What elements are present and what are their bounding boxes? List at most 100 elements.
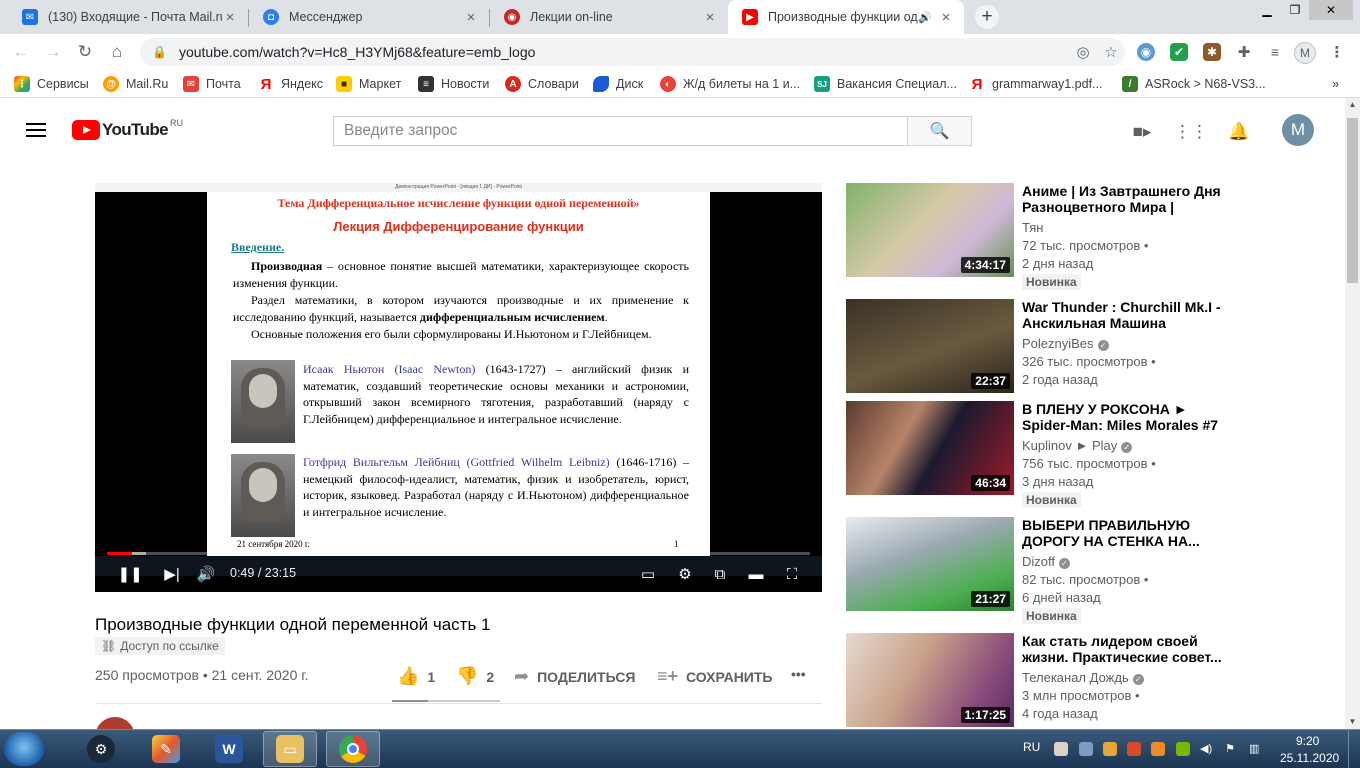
save-button[interactable]: ≡+ СОХРАНИТЬ [657,666,772,687]
recommendation-item[interactable]: 21:27 ВЫБЕРИ ПРАВИЛЬНУЮ ДОРОГУ НА СТЕНКА… [846,517,1326,624]
input-language[interactable]: RU [1023,740,1040,754]
new-tab-button[interactable]: + [975,5,999,29]
minimize-button[interactable]: ▁ [1253,0,1281,20]
tab-youtube-active[interactable]: ▶ Производные функции одн 🔊 × [728,0,964,34]
back-arrow-icon[interactable]: ← [9,40,33,64]
bookmark-services[interactable]: ⋮ Сервисы [14,75,89,93]
bookmark-pochta[interactable]: ✉ Почта [183,75,241,93]
pause-icon[interactable]: ❚❚ [117,565,142,583]
dislike-button[interactable]: 👎 2 [456,666,494,687]
video-thumbnail[interactable]: 21:27 [846,517,1014,611]
notifications-bell-icon[interactable]: 🔔 [1228,122,1250,142]
recommendation-title[interactable]: ВЫБЕРИ ПРАВИЛЬНУЮ ДОРОГУ НА СТЕНКА НА... [1022,517,1222,549]
more-actions-button[interactable]: ••• [791,666,806,682]
menu-dots-icon[interactable]: ⋮ [1328,43,1346,61]
video-thumbnail[interactable]: 4:34:17 [846,183,1014,277]
taskbar-explorer[interactable]: ▭ [263,731,317,767]
address-bar[interactable]: 🔒 youtube.com/watch?v=Hc8_H3YMj68&featur… [140,38,1125,66]
fullscreen-icon[interactable]: ⛶ [780,565,804,583]
volume-icon[interactable]: 🔊 [195,565,217,583]
bookmark-market[interactable]: ■ Маркет [336,75,401,93]
network-icon[interactable]: ▥ [1249,742,1263,756]
video-thumbnail[interactable]: 1:17:25 [846,633,1014,727]
scrollbar-thumb[interactable] [1347,118,1358,283]
clock-date[interactable]: 25.11.2020 [1280,751,1339,765]
speaker-icon[interactable]: ◀) [1200,742,1214,756]
tray-app-icon[interactable] [1127,742,1141,756]
start-button[interactable] [4,732,44,766]
recommendation-title[interactable]: В ПЛЕНУ У РОКСОНА ► Spider-Man: Miles Mo… [1022,401,1222,433]
bookmarks-overflow[interactable]: » [1332,75,1339,93]
create-video-icon[interactable]: ■▸ [1131,122,1153,142]
bookmark-asrock[interactable]: / ASRock > N68-VS3... [1122,75,1266,93]
tray-app-icon[interactable] [1054,742,1068,756]
subtitles-icon[interactable]: ▭ [636,565,660,583]
star-icon[interactable]: ☆ [1097,43,1125,61]
home-icon[interactable]: ⌂ [105,40,129,64]
video-thumbnail[interactable]: 46:34 [846,401,1014,495]
tab-messenger[interactable]: ◘ Мессенджер × [249,0,489,34]
scroll-down-arrow-icon[interactable]: ▼ [1345,715,1360,729]
extension-bug-icon[interactable]: ✱ [1203,43,1221,61]
apps-grid-icon[interactable]: ⋮⋮ [1174,122,1208,142]
recommendation-channel[interactable]: Тян [1022,220,1043,235]
show-desktop-button[interactable] [1348,730,1360,768]
close-icon[interactable]: × [702,9,718,26]
extensions-puzzle-icon[interactable]: ✚ [1235,43,1253,61]
taskbar-steam[interactable]: ⚙ [74,731,128,767]
tab-mail[interactable]: ✉ (130) Входящие - Почта Mail.ru × [8,0,248,34]
video-player[interactable]: Демонстрация PowerPoint - [лекция 1 ДИ] … [95,183,822,592]
recommendation-channel[interactable]: PoleznyiBes ✓ [1022,336,1109,351]
tray-network-app-icon[interactable] [1079,742,1093,756]
video-progress-bar[interactable] [107,552,810,555]
close-icon[interactable]: × [463,9,479,26]
recommendation-item[interactable]: 4:34:17 Аниме | Из Завтрашнего Дня Разно… [846,183,1326,290]
miniplayer-icon[interactable]: ⧉ [708,565,732,583]
youtube-avatar[interactable]: M [1282,114,1314,146]
like-button[interactable]: 👍 1 [397,666,435,687]
scroll-up-arrow-icon[interactable]: ▲ [1345,98,1360,112]
share-button[interactable]: ➦ ПОДЕЛИТЬСЯ [514,666,636,687]
next-video-icon[interactable]: ▶| [161,565,183,583]
close-icon[interactable]: × [938,9,954,26]
bookmark-dictionary[interactable]: A Словари [505,75,579,93]
recommendation-item[interactable]: 46:34 В ПЛЕНУ У РОКСОНА ► Spider-Man: Mi… [846,401,1326,508]
recommendation-channel[interactable]: Kuplinov ► Play ✓ [1022,438,1133,453]
tray-app-icon[interactable] [1151,742,1165,756]
clock-time[interactable]: 9:20 [1296,734,1319,748]
speaker-icon[interactable]: 🔊 [918,11,932,24]
recommendation-item[interactable]: 22:37 War Thunder : Churchill Mk.I - Анс… [846,299,1326,395]
tray-app-icon[interactable] [1103,742,1117,756]
recommendation-title[interactable]: Как стать лидером своей жизни. Практичес… [1022,633,1222,665]
search-input[interactable]: Введите запрос [333,116,908,146]
url-text[interactable]: youtube.com/watch?v=Hc8_H3YMj68&feature=… [179,44,1069,60]
menu-icon[interactable] [26,123,46,137]
bookmark-news[interactable]: ≡ Новости [418,75,489,93]
youtube-logo[interactable]: YouTube RU [72,118,183,140]
extension-shield-icon[interactable]: ✔ [1170,43,1188,61]
close-window-button[interactable]: ✕ [1309,0,1353,20]
taskbar-word[interactable]: W [202,731,256,767]
recommendation-title[interactable]: War Thunder : Churchill Mk.I - Анскильна… [1022,299,1222,331]
bookmark-grammarway[interactable]: Я grammarway1.pdf... [969,75,1103,93]
tab-lectures[interactable]: ◉ Лекции on-line × [490,0,728,34]
bookmark-train[interactable]: ◐ Ж/д билеты на 1 и... [660,75,800,93]
reload-icon[interactable]: ↻ [73,40,97,64]
maximize-button[interactable]: ❐ [1281,0,1309,20]
bookmark-mailru[interactable]: @ Mail.Ru [103,75,168,93]
search-button[interactable]: 🔍 [907,116,972,146]
taskbar-paint[interactable]: ✎ [139,731,193,767]
eye-off-icon[interactable]: ◎ [1069,43,1097,61]
video-thumbnail[interactable]: 22:37 [846,299,1014,393]
recommendation-channel[interactable]: Dizoff ✓ [1022,554,1070,569]
close-icon[interactable]: × [222,9,238,26]
bookmark-vacancy[interactable]: SJ Вакансия Специал... [814,75,957,93]
media-control-icon[interactable]: ≡ [1266,43,1284,61]
bookmark-yandex[interactable]: Я Яндекс [258,75,323,93]
bookmark-disk[interactable]: Диск [593,75,643,93]
nvidia-icon[interactable] [1176,742,1190,756]
recommendation-channel[interactable]: Телеканал Дождь ✓ [1022,670,1144,685]
recommendation-item[interactable]: 1:17:25 Как стать лидером своей жизни. П… [846,633,1326,729]
forward-arrow-icon[interactable]: → [41,40,65,64]
flag-icon[interactable]: ⚑ [1225,742,1239,756]
